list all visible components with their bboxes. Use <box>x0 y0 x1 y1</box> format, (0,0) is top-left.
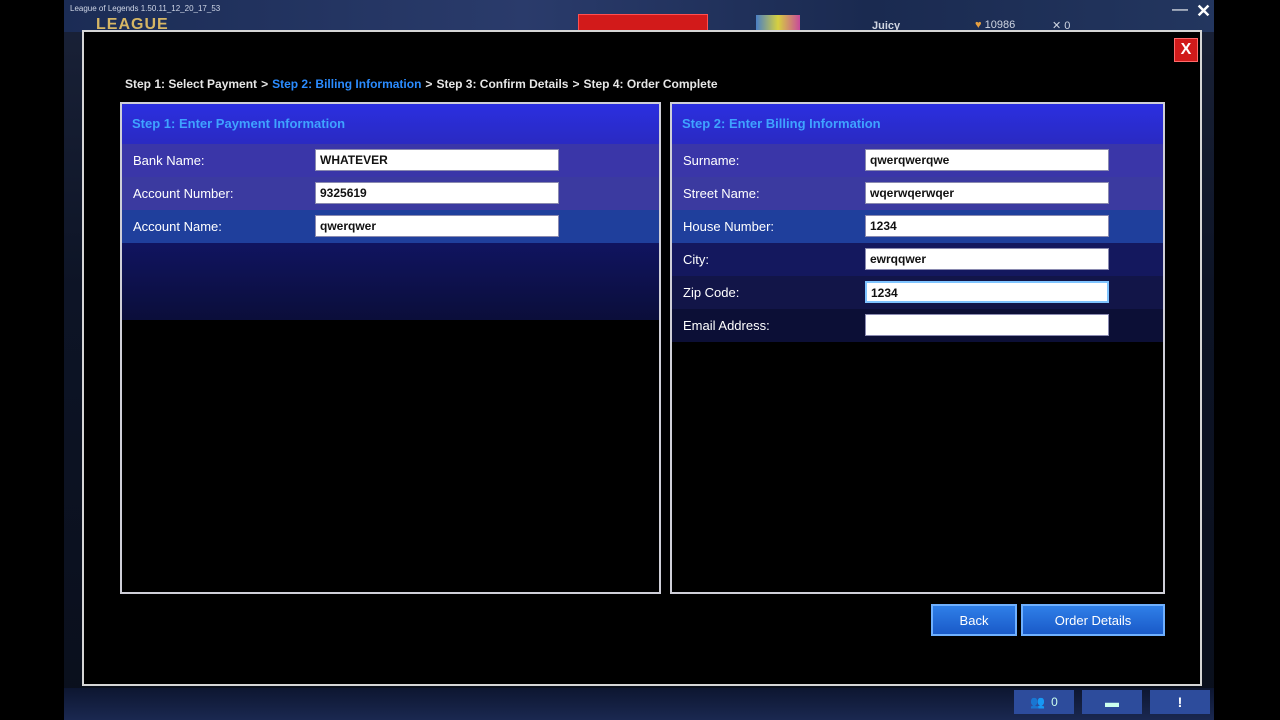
house-number-input[interactable]: 1234 <box>865 215 1109 237</box>
minimize-button[interactable]: — <box>1172 2 1188 18</box>
city-label: City: <box>683 252 709 267</box>
back-button[interactable]: Back <box>931 604 1017 636</box>
step-confirm-details: Step 3: Confirm Details <box>436 77 569 91</box>
panel-filler <box>122 243 659 320</box>
account-number-label: Account Number: <box>133 186 234 201</box>
street-name-row: Street Name: wqerwqerwqer <box>672 177 1163 210</box>
email-address-input[interactable] <box>865 314 1109 336</box>
street-name-label: Street Name: <box>683 186 760 201</box>
billing-information-panel: Step 2: Enter Billing Information Surnam… <box>670 102 1165 594</box>
step-select-payment: Step 1: Select Payment <box>125 77 258 91</box>
step-separator: > <box>572 77 580 91</box>
city-input[interactable]: ewrqqwer <box>865 248 1109 270</box>
step-order-complete: Step 4: Order Complete <box>583 77 718 91</box>
street-name-input[interactable]: wqerwqerwqer <box>865 182 1109 204</box>
account-name-label: Account Name: <box>133 219 222 234</box>
account-name-row: Account Name: qwerqwer <box>122 210 659 243</box>
modal-close-button[interactable]: X <box>1174 38 1198 62</box>
bank-name-label: Bank Name: <box>133 153 205 168</box>
account-name-input[interactable]: qwerqwer <box>315 215 559 237</box>
zip-code-row: Zip Code: 1234 <box>672 276 1163 309</box>
step-separator: > <box>261 77 269 91</box>
friends-button[interactable]: 👥 0 <box>1014 690 1074 714</box>
checkout-breadcrumb: Step 1: Select Payment > Step 2: Billing I… <box>125 77 718 91</box>
text-cursor-icon: I <box>915 318 920 337</box>
zip-code-label: Zip Code: <box>683 285 740 300</box>
city-row: City: ewrqqwer <box>672 243 1163 276</box>
payment-information-panel: Step 1: Enter Payment Information Bank N… <box>120 102 661 594</box>
bank-name-input[interactable]: WHATEVER <box>315 149 559 171</box>
chat-button[interactable]: ▬ <box>1082 690 1142 714</box>
step-billing-information: Step 2: Billing Information <box>272 77 422 91</box>
friends-icon: 👥 <box>1030 695 1046 709</box>
zip-code-input[interactable]: 1234 <box>865 281 1109 303</box>
step-separator: > <box>425 77 433 91</box>
surname-label: Surname: <box>683 153 740 168</box>
order-details-button[interactable]: Order Details <box>1021 604 1165 636</box>
house-number-row: House Number: 1234 <box>672 210 1163 243</box>
window-title: League of Legends 1.50.11_12_20_17_53 <box>70 4 221 13</box>
surname-row: Surname: qwerqwerqwe <box>672 144 1163 177</box>
alert-icon: ! <box>1177 694 1183 710</box>
payment-panel-title: Step 1: Enter Payment Information <box>122 104 659 144</box>
chat-icon: ▬ <box>1105 694 1119 710</box>
surname-input[interactable]: qwerqwerqwe <box>865 149 1109 171</box>
client-close-button[interactable]: ✕ <box>1196 0 1211 22</box>
friends-count: 0 <box>1051 695 1058 709</box>
notification-button[interactable]: ! <box>1150 690 1210 714</box>
bank-name-row: Bank Name: WHATEVER <box>122 144 659 177</box>
email-address-label: Email Address: <box>683 318 770 333</box>
house-number-label: House Number: <box>683 219 775 234</box>
account-number-row: Account Number: 9325619 <box>122 177 659 210</box>
account-number-input[interactable]: 9325619 <box>315 182 559 204</box>
billing-panel-title: Step 2: Enter Billing Information <box>672 104 1163 144</box>
